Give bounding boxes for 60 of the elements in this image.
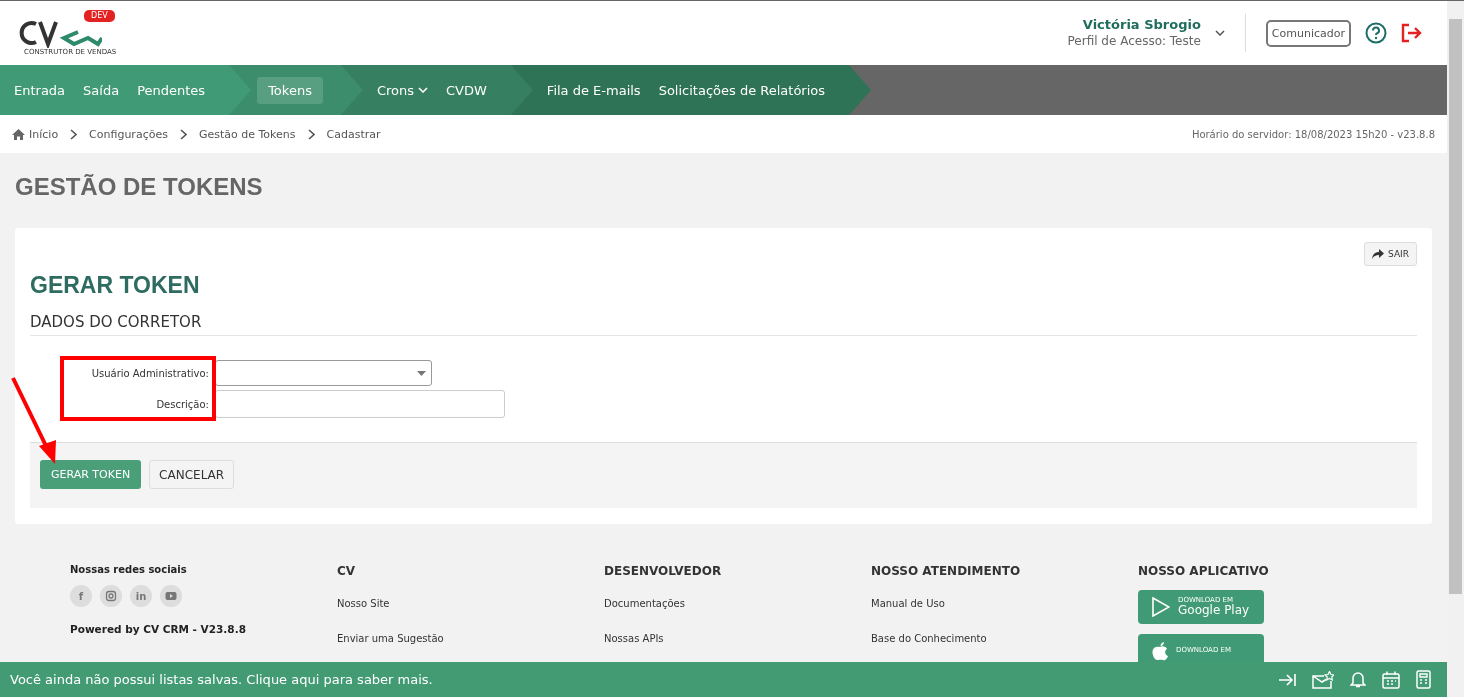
chevron-right-icon [307,128,315,140]
page-title: GESTÃO DE TOKENS [15,172,264,202]
field-label: Usuário Administrativo: [90,367,209,379]
nav-item[interactable]: Tokens [257,76,323,104]
breadcrumb-link[interactable]: Gestão de Tokens [198,127,296,141]
logo-mark-icon [18,18,102,48]
nav-item[interactable]: Fila de E-mails [540,76,647,104]
exit-button[interactable]: SAIR [1364,242,1417,266]
logout-icon[interactable] [1401,23,1423,43]
nav-item[interactable]: CVDW [440,76,493,104]
generate-token-button[interactable]: GERAR TOKEN [40,460,142,489]
nav-item[interactable]: Solicitações de Relatórios [652,76,832,104]
nav-item[interactable]: Crons [370,76,434,104]
help-icon[interactable] [1365,22,1387,44]
logo-badge: DEV [84,10,115,22]
apple-icon [1152,641,1168,661]
footer-heading: CV [337,564,357,578]
calendar-icon[interactable] [1382,670,1400,689]
linkedin-icon[interactable]: in [130,585,152,607]
breadcrumb-link[interactable]: Início [29,127,59,141]
social-title: Nossas redes sociais [70,564,188,575]
footer-link[interactable]: Enviar uma Sugestão [337,633,604,644]
footer-heading: DESENVOLVEDOR [604,564,723,578]
breadcrumb-link[interactable]: Configurações [89,127,168,141]
saved-lists-message[interactable]: Você ainda não possui listas salvas. Clique aqui para saber mais. [10,672,1278,687]
footer-heading: NOSSO ATENDIMENTO [871,564,1022,578]
chevron-right-icon [179,128,187,140]
powered-by: Powered by CV CRM - V23.8.8 [70,623,247,635]
calculator-icon[interactable] [1416,670,1431,689]
footer-link[interactable]: Base do Conhecimento [871,633,1138,644]
play-icon [1152,597,1170,617]
breadcrumb-link[interactable]: Cadastrar [326,127,381,141]
select-field[interactable] [215,360,432,386]
share-arrow-icon [1372,249,1385,259]
field-label: Descrição: [155,398,209,410]
footer-heading: NOSSO APLICATIVO [1138,564,1270,578]
chevron-down-icon[interactable] [1214,30,1225,36]
input-field[interactable] [215,390,505,418]
user-profile: Perfil de Acesso: Teste [1067,33,1201,49]
chevron-right-icon [70,128,78,140]
dropdown-triangle-icon [417,370,426,376]
server-time: Horário do servidor: 18/08/2023 15h20 - v23.8.8 [1191,128,1435,140]
facebook-icon[interactable]: f [70,585,92,607]
footer-link[interactable]: Nosso Site [337,598,604,609]
section-heading: DADOS DO CORRETOR [30,299,1417,336]
user-name[interactable]: Victória Sbrogio [1082,17,1201,33]
mail-star-icon[interactable] [1312,670,1334,689]
footer-link[interactable]: Nossas APIs [604,633,871,644]
footer-link[interactable]: Documentações [604,598,871,609]
caret-icon[interactable] [418,87,428,93]
nav-item[interactable]: Pendentes [131,76,212,104]
nav-item[interactable]: Entrada [8,76,72,104]
arrow-to-line-icon[interactable] [1278,672,1296,687]
form-title: GERAR TOKEN [30,272,201,299]
nav-item[interactable]: Saída [77,76,126,104]
bell-icon[interactable] [1350,671,1366,688]
footer-link[interactable]: Manual de Uso [871,598,1138,609]
cancel-button[interactable]: CANCELAR [149,460,235,489]
home-icon[interactable] [12,128,25,140]
communicator-button[interactable]: Comunicador [1265,19,1351,47]
